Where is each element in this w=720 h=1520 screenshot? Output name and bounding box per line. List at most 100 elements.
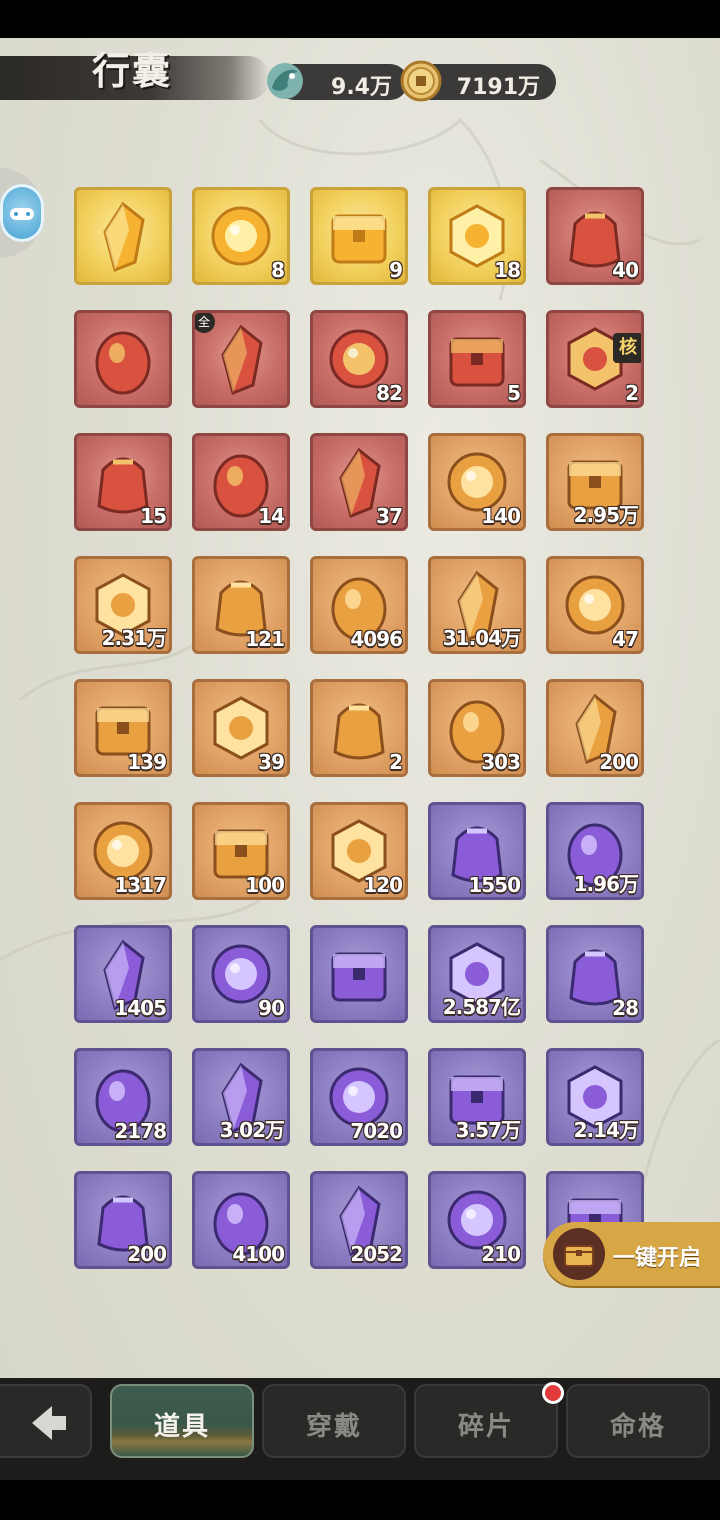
currency-coin[interactable]: 7191万 [400,60,556,102]
tab-items[interactable]: 道具 [110,1384,254,1458]
inventory-item[interactable]: 1405 [74,925,172,1023]
inventory-item[interactable]: 47 [546,556,644,654]
inventory-item[interactable]: 14 [192,433,290,531]
item-count: 40 [612,258,639,282]
item-count: 200 [599,750,639,774]
tab-destiny-label: 命格 [609,1412,666,1442]
item-count: 28 [612,996,639,1020]
item-count: 2 [625,381,639,405]
item-count: 4096 [350,627,403,651]
inventory-item[interactable]: 1317 [74,802,172,900]
inventory-item[interactable]: 31.04万 [428,556,526,654]
inventory-item[interactable]: 210 [428,1171,526,1269]
item-count: 303 [481,750,521,774]
treasure-chest-icon [553,1228,605,1280]
item-count: 121 [245,627,285,651]
copper-coin-icon [400,60,442,102]
item-count: 2.95万 [573,503,639,527]
inventory-item[interactable]: 37 [310,433,408,531]
inventory-item[interactable]: 1550 [428,802,526,900]
jade-fish-icon [267,63,303,99]
inventory-item[interactable]: 303 [428,679,526,777]
inventory-item[interactable]: 2 [310,679,408,777]
item-count: 82 [376,381,403,405]
coin-amount: 7191万 [456,75,540,100]
item-count: 2052 [350,1242,403,1266]
inventory-item[interactable]: 2.587亿 [428,925,526,1023]
item-tag-badge: 全 [195,313,215,333]
tab-equip-label: 穿戴 [305,1412,362,1442]
tab-fragments-label: 碎片 [457,1412,514,1442]
inventory-item[interactable]: 200 [546,679,644,777]
inventory-item[interactable] [74,187,172,285]
inventory-item[interactable]: 39 [192,679,290,777]
tab-equip[interactable]: 穿戴 [262,1384,406,1458]
inventory-item[interactable]: 2.14万 [546,1048,644,1146]
tab-items-label: 道具 [153,1412,210,1442]
item-count: 7020 [350,1119,403,1143]
item-count: 47 [612,627,639,651]
item-count: 9 [389,258,403,282]
open-all-button[interactable]: 一键开启 [543,1222,720,1286]
inventory-item[interactable]: 121 [192,556,290,654]
inventory-item[interactable]: 7020 [310,1048,408,1146]
open-all-label: 一键开启 [613,1246,702,1271]
item-count: 120 [363,873,403,897]
inventory-item[interactable]: 8 [192,187,290,285]
item-count: 1405 [114,996,167,1020]
inventory-item[interactable]: 28 [546,925,644,1023]
page-title: 行囊 [92,48,173,93]
inventory-item[interactable]: 3.02万 [192,1048,290,1146]
inventory-item[interactable]: 15 [74,433,172,531]
item-count: 8 [271,258,285,282]
inventory-item[interactable]: 1.96万 [546,802,644,900]
inventory-item[interactable]: 120 [310,802,408,900]
back-button[interactable] [0,1384,92,1458]
item-count: 5 [507,381,521,405]
nav-bar [0,1480,720,1520]
item-count: 14 [258,504,285,528]
item-count: 200 [127,1242,167,1266]
currency-jade[interactable]: 9.4万 [267,63,408,100]
item-count: 210 [481,1242,521,1266]
inventory-item[interactable]: 2.95万 [546,433,644,531]
item-count: 2.31万 [101,626,167,650]
inventory-item[interactable]: 3.57万 [428,1048,526,1146]
item-count: 15 [140,504,167,528]
inventory-item[interactable]: 82 [310,310,408,408]
status-bar [0,0,720,38]
item-count: 1317 [114,873,167,897]
inventory-item[interactable]: 2核 [546,310,644,408]
swirl-gem-icon [331,952,387,1002]
inventory-item[interactable]: 全 [192,310,290,408]
inventory-item[interactable]: 140 [428,433,526,531]
inventory-item[interactable]: 9 [310,187,408,285]
inventory-screen: 行囊 9.4万 7191万 8 9 18 40 全 82 5 2 核 15 14 37 140 2.95万… [0,0,720,1520]
item-corner-badge: 核 [613,333,641,363]
inventory-item[interactable]: 4096 [310,556,408,654]
item-count: 2 [389,750,403,774]
inventory-item[interactable]: 2.31万 [74,556,172,654]
inventory-item[interactable]: 2178 [74,1048,172,1146]
inventory-item[interactable]: 200 [74,1171,172,1269]
item-count: 100 [245,873,285,897]
tab-destiny[interactable]: 命格 [566,1384,710,1458]
inventory-item[interactable]: 40 [546,187,644,285]
inventory-item[interactable]: 139 [74,679,172,777]
jade-amount: 9.4万 [331,75,392,100]
inventory-item[interactable]: 100 [192,802,290,900]
inventory-item[interactable]: 90 [192,925,290,1023]
item-count: 90 [258,996,285,1020]
item-count: 31.04万 [442,626,521,650]
tab-fragments[interactable]: 碎片 [414,1382,564,1458]
inventory-item[interactable] [74,310,172,408]
inventory-item[interactable] [310,925,408,1023]
inventory-item[interactable]: 2052 [310,1171,408,1269]
inventory-item[interactable]: 18 [428,187,526,285]
item-count: 2.587亿 [442,995,521,1019]
item-count: 3.02万 [219,1118,285,1142]
item-count: 1.96万 [573,872,639,896]
item-count: 2.14万 [573,1118,639,1142]
inventory-item[interactable]: 4100 [192,1171,290,1269]
inventory-item[interactable]: 5 [428,310,526,408]
